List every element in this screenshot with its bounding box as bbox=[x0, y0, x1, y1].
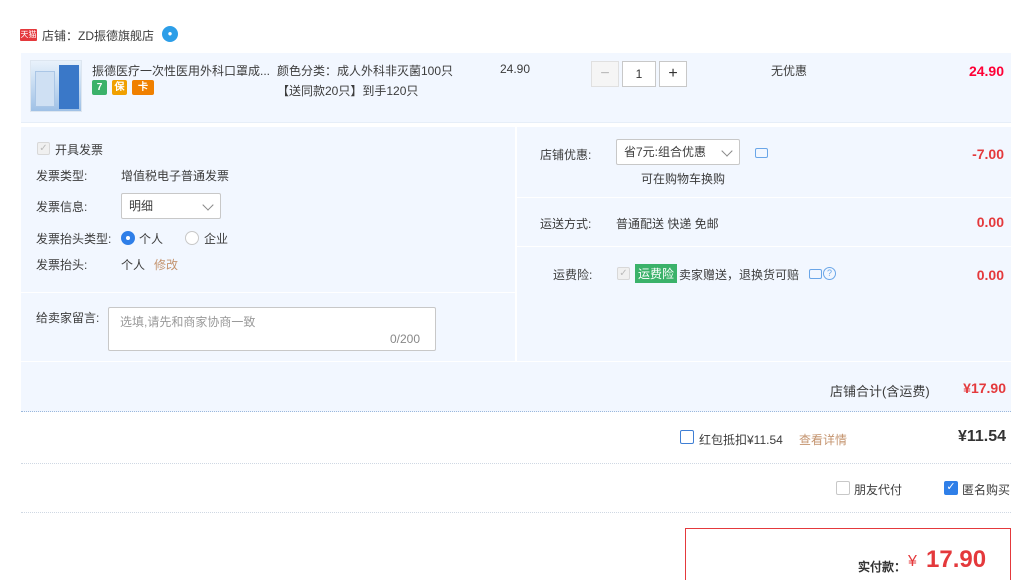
final-payment-label: 实付款： bbox=[858, 560, 907, 574]
shop-discount-amount: -7.00 bbox=[972, 146, 1004, 162]
invoice-type-value: 增值税电子普通发票 bbox=[121, 169, 230, 183]
invoice-info-label: 发票信息: bbox=[36, 200, 88, 214]
invoice-checkbox[interactable]: ✓ bbox=[37, 142, 50, 155]
product-title[interactable]: 振德医疗一次性医用外科口罩成... bbox=[92, 62, 272, 79]
shop-discount-select[interactable]: 省7元:组合优惠 bbox=[616, 139, 740, 165]
item-subtotal: 24.90 bbox=[968, 63, 1004, 79]
message-label: 给卖家留言: bbox=[36, 311, 100, 325]
friend-pay-label[interactable]: 朋友代付 bbox=[854, 481, 902, 498]
red-packet-label: 红包抵扣¥11.54 bbox=[699, 433, 783, 447]
invoice-edit-link[interactable]: 修改 bbox=[154, 256, 178, 273]
anonymous-checkbox[interactable]: ✓ bbox=[944, 481, 958, 495]
shop-discount-label: 店铺优惠: bbox=[540, 148, 592, 162]
invoice-info-select[interactable]: 明细 bbox=[121, 193, 221, 219]
radio-personal-label[interactable]: 个人 bbox=[139, 230, 163, 247]
invoice-title-value: 个人 bbox=[121, 258, 146, 272]
discount-chat-icon[interactable] bbox=[755, 148, 768, 158]
chevron-down-icon bbox=[721, 145, 733, 157]
radio-personal[interactable] bbox=[121, 231, 135, 245]
insurance-tag: 运费险 bbox=[635, 264, 678, 283]
quantity-increase-button[interactable]: + bbox=[659, 61, 687, 87]
shop-discount-value: 省7元:组合优惠 bbox=[624, 145, 707, 159]
invoice-title-label: 发票抬头: bbox=[36, 258, 88, 272]
insurance-desc: 卖家赠送，退换货可赔 bbox=[679, 268, 800, 282]
message-char-count: 0/200 bbox=[390, 332, 421, 346]
sku-text: 颜色分类：成人外科非灭菌100只 bbox=[277, 64, 454, 78]
insurance-label: 运费险: bbox=[553, 268, 593, 282]
friend-pay-checkbox[interactable] bbox=[836, 481, 850, 495]
shop-summary-amount: ¥17.90 bbox=[963, 380, 1006, 396]
message-placeholder: 选填,请先和商家协商一致 bbox=[120, 315, 256, 329]
shipping-amount: 0.00 bbox=[976, 214, 1004, 230]
invoice-checkbox-label: 开具发票 bbox=[55, 143, 104, 157]
wangwang-chat-icon[interactable]: ● bbox=[162, 26, 178, 42]
invoice-info-value: 明细 bbox=[129, 199, 154, 213]
product-thumbnail[interactable] bbox=[30, 60, 82, 112]
insurance-chat-icon[interactable] bbox=[809, 269, 822, 279]
insurance-amount: 0.00 bbox=[976, 267, 1004, 283]
radio-company[interactable] bbox=[185, 231, 199, 245]
shop-summary-label: 店铺合计(含运费) bbox=[830, 384, 930, 399]
chevron-down-icon bbox=[202, 199, 214, 211]
red-packet-checkbox[interactable] bbox=[680, 430, 694, 444]
help-icon[interactable]: ? bbox=[823, 267, 836, 280]
anonymous-label[interactable]: 匿名购买 bbox=[962, 481, 1010, 498]
item-discount-note: 无优惠 bbox=[771, 64, 808, 78]
shop-discount-note: 可在购物车换购 bbox=[641, 172, 726, 186]
shipping-value: 普通配送 快递 免邮 bbox=[616, 217, 719, 231]
quantity-decrease-button[interactable]: − bbox=[591, 61, 619, 87]
shipping-label: 运送方式: bbox=[540, 217, 592, 231]
unit-price: 24.90 bbox=[500, 62, 531, 76]
red-packet-amount: ¥11.54 bbox=[957, 428, 1006, 445]
invoice-title-type-label: 发票抬头类型: bbox=[36, 232, 112, 246]
red-packet-details-link[interactable]: 查看详情 bbox=[799, 431, 847, 448]
tmall-logo: 天猫 bbox=[20, 29, 37, 41]
radio-company-label[interactable]: 企业 bbox=[204, 230, 228, 247]
invoice-type-label: 发票类型: bbox=[36, 169, 88, 183]
insurance-panel bbox=[517, 247, 1011, 361]
quantity-input[interactable]: 1 bbox=[622, 61, 656, 87]
divider bbox=[21, 463, 1011, 464]
card-payment-icon[interactable]: 卡 bbox=[132, 80, 154, 95]
final-payment-currency: ¥ bbox=[908, 553, 917, 570]
seven-day-return-icon[interactable]: 7 bbox=[92, 80, 107, 95]
final-payment-amount: 17.90 bbox=[926, 546, 987, 573]
shop-name[interactable]: 店铺：ZD振德旗舰店 bbox=[42, 27, 154, 44]
divider bbox=[21, 512, 1011, 513]
insurance-checkbox[interactable]: ✓ bbox=[617, 267, 630, 280]
guarantee-icon[interactable]: 保 bbox=[112, 80, 127, 95]
gift-text: 【送同款20只】到手120只 bbox=[277, 84, 419, 98]
